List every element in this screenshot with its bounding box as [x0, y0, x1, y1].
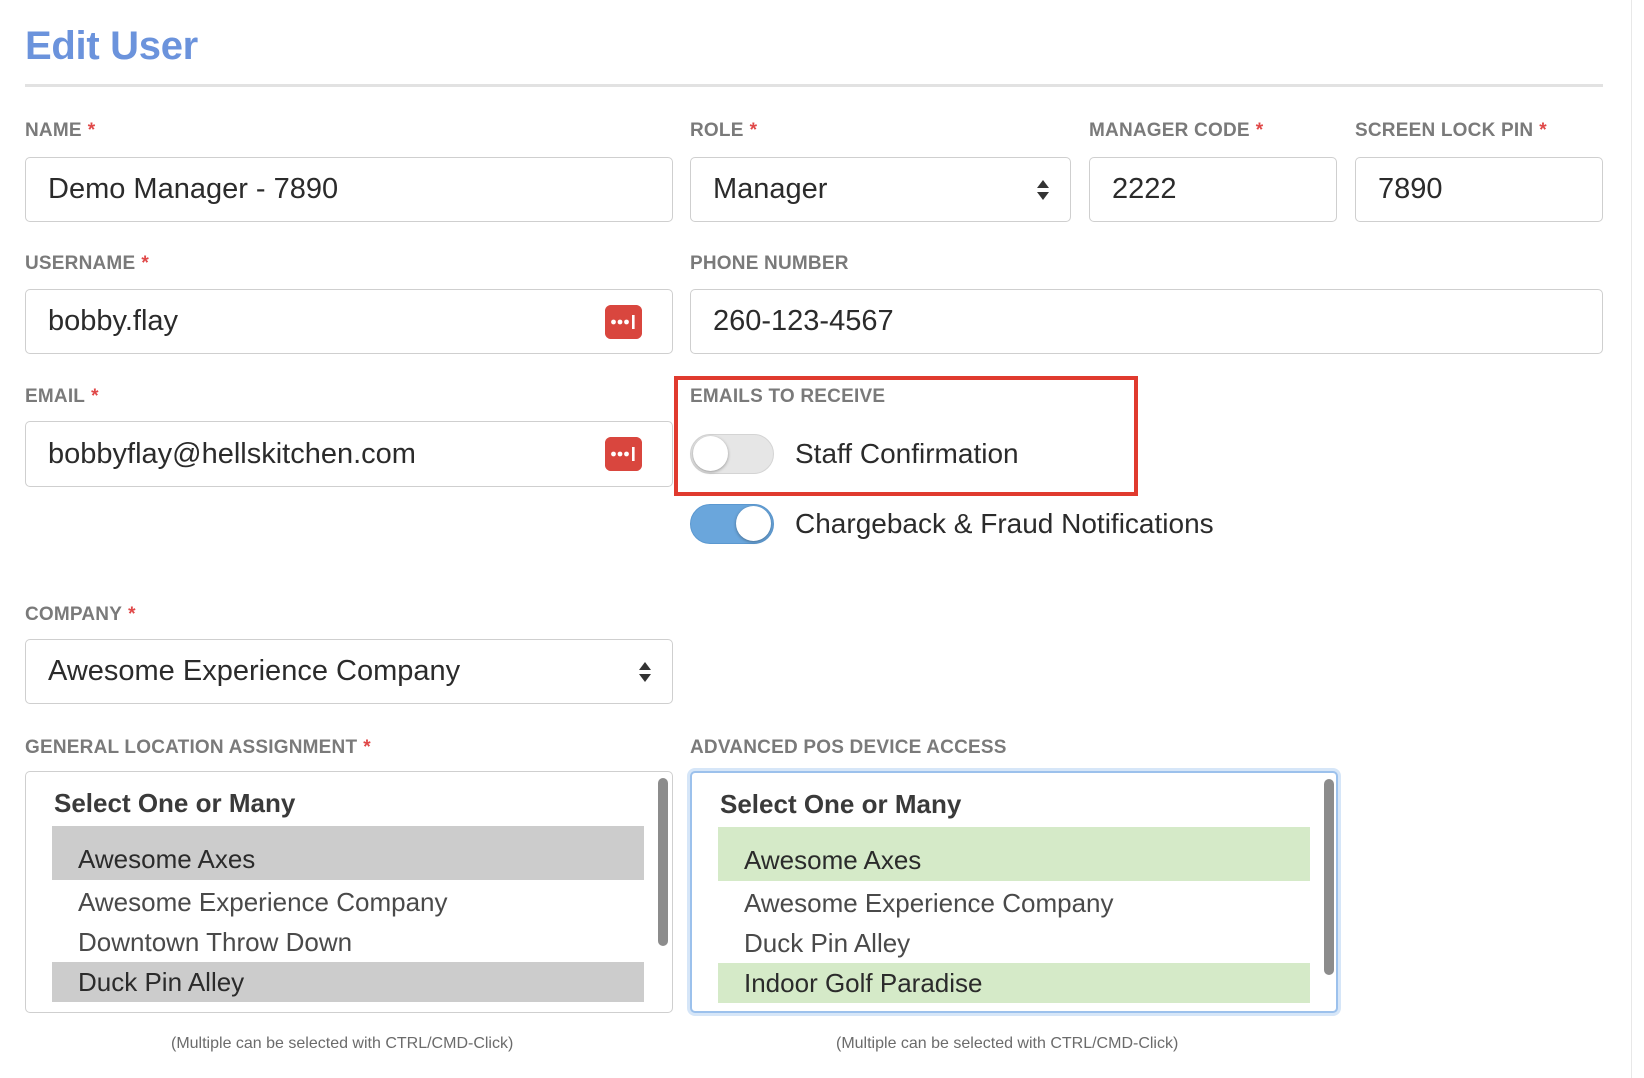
- username-field[interactable]: [25, 289, 673, 354]
- advanced-pos-hint: (Multiple can be selected with CTRL/CMD-…: [836, 1035, 1179, 1052]
- required-marker: *: [1255, 120, 1264, 141]
- company-select[interactable]: Awesome Experience Company: [25, 639, 673, 704]
- list-option[interactable]: Awesome Experience Company: [52, 882, 644, 922]
- required-marker: *: [363, 737, 371, 758]
- name-label: NAME *: [25, 120, 96, 141]
- list-option[interactable]: Awesome Experience Company: [718, 883, 1310, 923]
- password-manager-icon[interactable]: [605, 304, 642, 339]
- screen-lock-pin-input[interactable]: [1378, 173, 1602, 206]
- highlight-annotation-box: [674, 376, 1138, 496]
- scrollbar[interactable]: [1324, 779, 1334, 975]
- page-edge: [1631, 0, 1644, 1078]
- username-label: USERNAME *: [25, 253, 149, 274]
- screen-lock-pin-field[interactable]: [1355, 157, 1603, 222]
- list-option[interactable]: Awesome Axes: [718, 827, 1310, 881]
- name-field[interactable]: [25, 157, 673, 222]
- required-marker: *: [87, 120, 96, 141]
- required-marker: *: [749, 120, 758, 141]
- chargeback-fraud-toggle[interactable]: [690, 504, 774, 544]
- list-option[interactable]: Duck Pin Alley: [52, 962, 644, 1002]
- email-label: EMAIL *: [25, 386, 99, 407]
- required-marker: *: [1539, 120, 1547, 141]
- manager-code-input[interactable]: [1112, 173, 1336, 206]
- company-label: COMPANY *: [25, 604, 136, 625]
- required-marker: *: [141, 253, 149, 274]
- scrollbar[interactable]: [658, 778, 668, 946]
- list-option[interactable]: Indoor Golf Paradise: [718, 963, 1310, 1003]
- chargeback-fraud-label: Chargeback & Fraud Notifications: [795, 508, 1214, 539]
- advanced-pos-listbox[interactable]: Select One or Many Awesome Axes Awesome …: [690, 771, 1338, 1013]
- page-title: Edit User: [25, 24, 198, 68]
- password-manager-icon[interactable]: [605, 437, 642, 471]
- list-header: Select One or Many: [720, 789, 962, 819]
- general-location-label: GENERAL LOCATION ASSIGNMENT *: [25, 737, 371, 758]
- name-input[interactable]: [48, 173, 672, 206]
- required-marker: *: [91, 386, 99, 407]
- required-marker: *: [128, 604, 136, 625]
- general-location-hint: (Multiple can be selected with CTRL/CMD-…: [171, 1035, 514, 1052]
- updown-arrows-icon: [639, 661, 651, 682]
- manager-code-label: MANAGER CODE *: [1089, 120, 1264, 141]
- phone-number-label: PHONE NUMBER: [690, 253, 849, 274]
- role-selected-value: Manager: [713, 173, 828, 205]
- role-select[interactable]: Manager: [690, 157, 1071, 222]
- phone-number-input[interactable]: [713, 305, 1602, 338]
- list-option[interactable]: Awesome Axes: [52, 826, 644, 880]
- advanced-pos-label: ADVANCED POS DEVICE ACCESS: [690, 737, 1007, 758]
- manager-code-field[interactable]: [1089, 157, 1337, 222]
- phone-number-field[interactable]: [690, 289, 1603, 354]
- list-option[interactable]: Downtown Throw Down: [52, 922, 644, 962]
- username-input[interactable]: [48, 305, 672, 338]
- title-divider: [25, 84, 1603, 87]
- updown-arrows-icon: [1037, 179, 1049, 200]
- email-input[interactable]: [48, 437, 672, 471]
- email-field[interactable]: [25, 421, 673, 487]
- toggle-knob: [736, 506, 771, 541]
- list-option[interactable]: Duck Pin Alley: [718, 923, 1310, 963]
- company-selected-value: Awesome Experience Company: [48, 655, 461, 687]
- general-location-listbox[interactable]: Select One or Many Awesome Axes Awesome …: [25, 771, 673, 1013]
- role-label: ROLE *: [690, 120, 758, 141]
- list-header: Select One or Many: [54, 788, 296, 818]
- screen-lock-pin-label: SCREEN LOCK PIN *: [1355, 120, 1547, 141]
